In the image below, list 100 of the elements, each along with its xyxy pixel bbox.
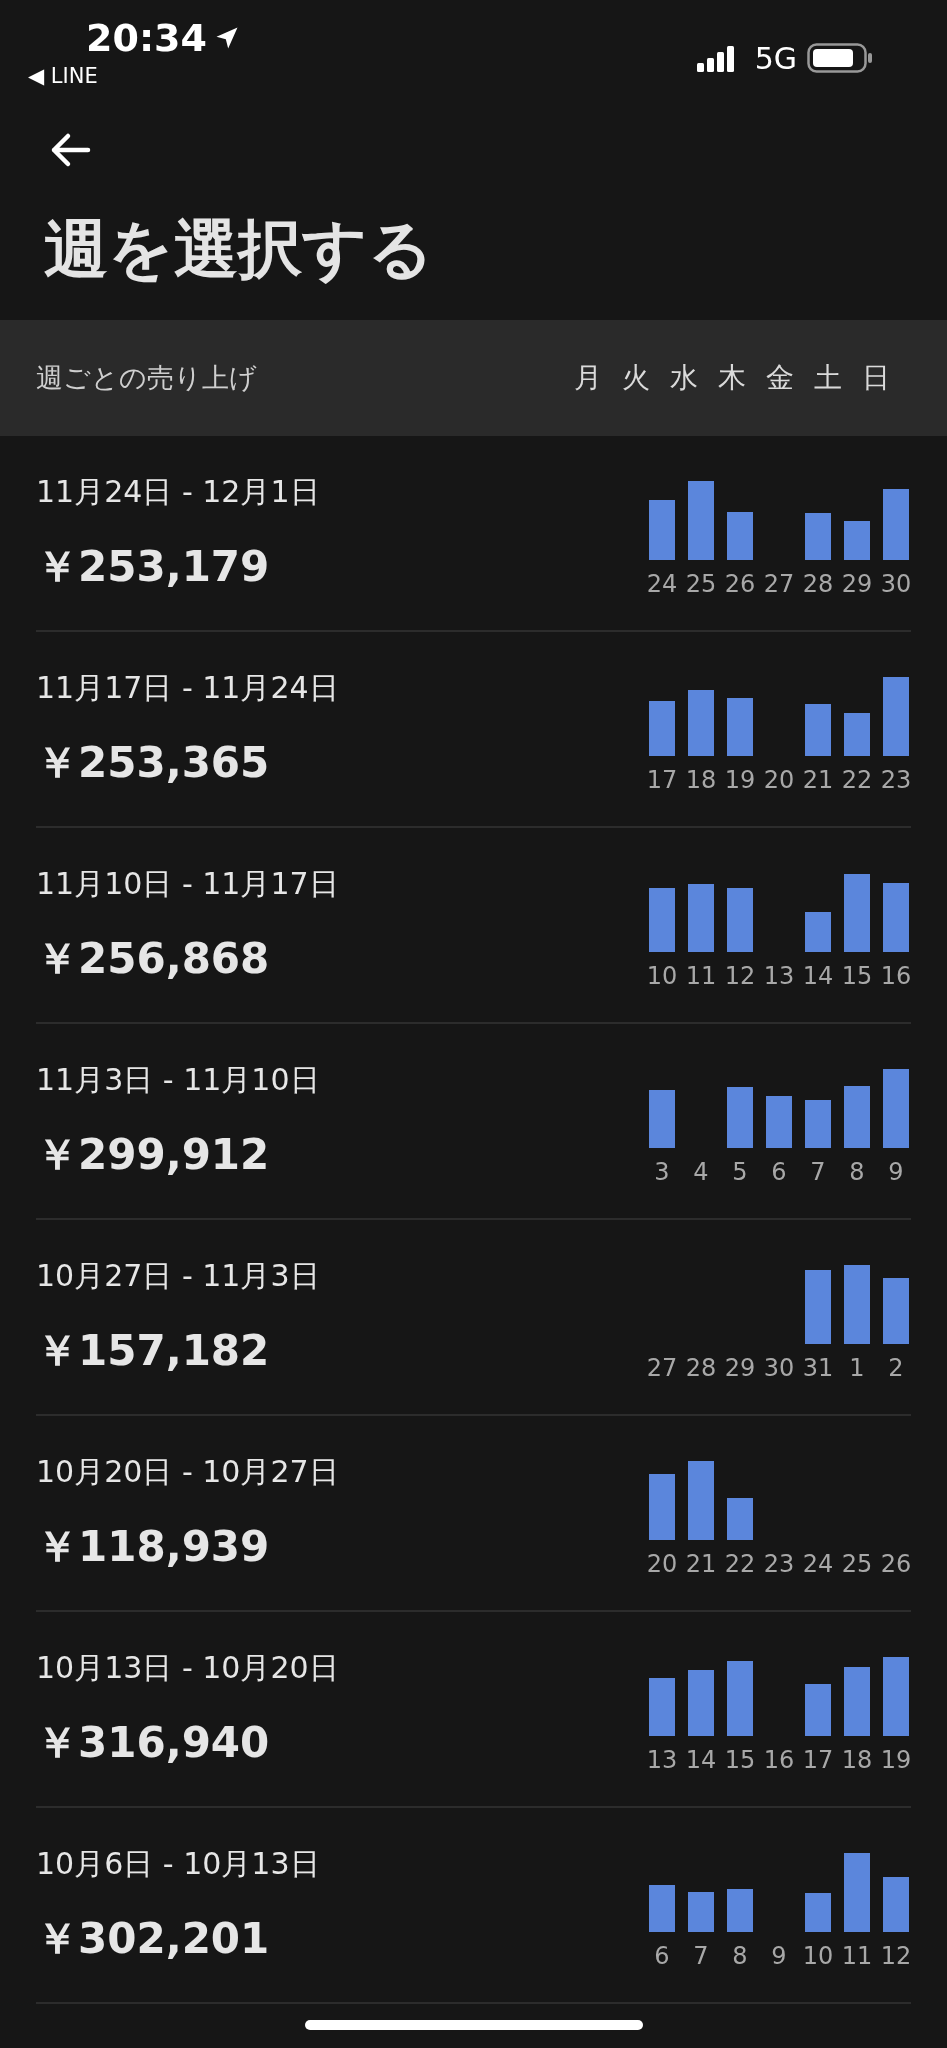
week-row[interactable]: 10月13日 - 10月20日 ￥316,940 13 14 15 16 17 18 19 xyxy=(36,1612,911,1808)
week-range: 10月20日 - 10月27日 xyxy=(36,1452,339,1491)
day-label: 12 xyxy=(883,1942,909,1970)
day-label: 22 xyxy=(844,766,870,794)
day-label: 19 xyxy=(727,766,753,794)
sales-bar xyxy=(805,1893,831,1932)
sales-bar xyxy=(688,689,714,756)
sales-bar xyxy=(844,1667,870,1736)
day-label: 25 xyxy=(844,1550,870,1578)
week-range: 10月27日 - 11月3日 xyxy=(36,1256,320,1295)
sales-bar xyxy=(844,1085,870,1148)
day-label: 12 xyxy=(727,962,753,990)
sales-bar xyxy=(649,1677,675,1736)
day-label: 17 xyxy=(805,1746,831,1774)
day-label: 5 xyxy=(731,1158,749,1186)
network-label: 5G xyxy=(754,40,797,76)
sales-bar xyxy=(727,1498,753,1540)
week-amount: ￥302,201 xyxy=(36,1912,271,1965)
day-label: 17 xyxy=(649,766,675,794)
day-label: 13 xyxy=(766,962,792,990)
day-label: 18 xyxy=(844,1746,870,1774)
day-label: 6 xyxy=(653,1942,671,1970)
day-label: 9 xyxy=(887,1158,905,1186)
day-label: 31 xyxy=(805,1354,831,1382)
header-label: 週ごとの売り上げ xyxy=(36,361,257,395)
week-row[interactable]: 10月20日 - 10月27日 ￥118,939 20 21 22 23 24 25 26 xyxy=(36,1416,911,1612)
weekday-label: 火 xyxy=(620,360,651,396)
sales-bar xyxy=(649,1473,675,1540)
week-range: 11月10日 - 11月17日 xyxy=(36,864,339,903)
day-label: 28 xyxy=(688,1354,714,1382)
sales-bar xyxy=(649,500,675,560)
day-label: 28 xyxy=(805,570,831,598)
sales-bar xyxy=(805,513,831,560)
day-label: 21 xyxy=(805,766,831,794)
day-label: 6 xyxy=(770,1158,788,1186)
day-label: 19 xyxy=(883,1746,909,1774)
day-label: 3 xyxy=(653,1158,671,1186)
day-label: 20 xyxy=(766,766,792,794)
back-to-app-link[interactable]: ◀ LINE xyxy=(28,64,241,88)
sales-bar xyxy=(688,884,714,952)
week-amount: ￥253,365 xyxy=(36,736,271,789)
status-time: 20:34 xyxy=(86,16,207,60)
day-label: 21 xyxy=(688,1550,714,1578)
week-row[interactable]: 11月3日 - 11月10日 ￥299,912 3 4 5 6 7 8 9 xyxy=(36,1024,911,1220)
sales-bar xyxy=(727,1889,753,1932)
sales-bar xyxy=(727,1086,753,1148)
week-row[interactable]: 10月6日 - 10月13日 ￥302,201 6 7 8 9 10 11 12 xyxy=(36,1808,911,2004)
day-label: 23 xyxy=(883,766,909,794)
weekday-label: 金 xyxy=(764,360,795,396)
day-label: 11 xyxy=(844,1942,870,1970)
week-row[interactable]: 10月27日 - 11月3日 ￥157,182 27 28 29 30 31 1 2 xyxy=(36,1220,911,1416)
week-range: 11月24日 - 12月1日 xyxy=(36,472,320,511)
weekday-label: 水 xyxy=(668,360,699,396)
sales-bar xyxy=(883,1277,909,1344)
day-label: 26 xyxy=(883,1550,909,1578)
day-label: 29 xyxy=(727,1354,753,1382)
page-title: 週を選択する xyxy=(44,211,435,288)
week-amount: ￥299,912 xyxy=(36,1128,271,1181)
day-label: 11 xyxy=(688,962,714,990)
sales-bar xyxy=(727,697,753,756)
day-label: 8 xyxy=(848,1158,866,1186)
sales-bar xyxy=(649,888,675,952)
week-row[interactable]: 11月24日 - 12月1日 ￥253,179 24 25 26 27 28 29 30 xyxy=(36,436,911,632)
weekday-label: 日 xyxy=(860,360,891,396)
day-label: 16 xyxy=(883,962,909,990)
day-label: 27 xyxy=(649,1354,675,1382)
sales-bar xyxy=(805,704,831,756)
sales-bar xyxy=(883,488,909,560)
sales-bar xyxy=(727,511,753,560)
day-label: 7 xyxy=(809,1158,827,1186)
week-amount: ￥118,939 xyxy=(36,1520,271,1573)
week-row[interactable]: 11月17日 - 11月24日 ￥253,365 17 18 19 20 21 22 23 xyxy=(36,632,911,828)
sales-bar xyxy=(844,521,870,560)
sales-bar xyxy=(883,1877,909,1932)
sales-bar xyxy=(649,1089,675,1148)
week-row[interactable]: 11月10日 - 11月17日 ￥256,868 10 11 12 13 14 15 16 xyxy=(36,828,911,1024)
sales-bar xyxy=(883,883,909,952)
week-amount: ￥256,868 xyxy=(36,932,271,985)
day-label: 2 xyxy=(887,1354,905,1382)
sales-bar xyxy=(766,1096,792,1148)
day-label: 24 xyxy=(805,1550,831,1578)
day-label: 24 xyxy=(649,570,675,598)
day-label: 22 xyxy=(727,1550,753,1578)
day-label: 9 xyxy=(770,1942,788,1970)
day-label: 7 xyxy=(692,1942,710,1970)
week-range: 11月17日 - 11月24日 xyxy=(36,668,339,707)
week-amount: ￥253,179 xyxy=(36,540,271,593)
day-label: 15 xyxy=(727,1746,753,1774)
sales-bar xyxy=(844,713,870,756)
week-range: 10月13日 - 10月20日 xyxy=(36,1648,339,1687)
day-label: 14 xyxy=(688,1746,714,1774)
sales-bar xyxy=(727,888,753,952)
day-label: 30 xyxy=(766,1354,792,1382)
sales-bar xyxy=(688,1669,714,1736)
day-label: 1 xyxy=(848,1354,866,1382)
day-label: 26 xyxy=(727,570,753,598)
day-label: 20 xyxy=(649,1550,675,1578)
day-label: 10 xyxy=(649,962,675,990)
day-label: 25 xyxy=(688,570,714,598)
day-label: 16 xyxy=(766,1746,792,1774)
